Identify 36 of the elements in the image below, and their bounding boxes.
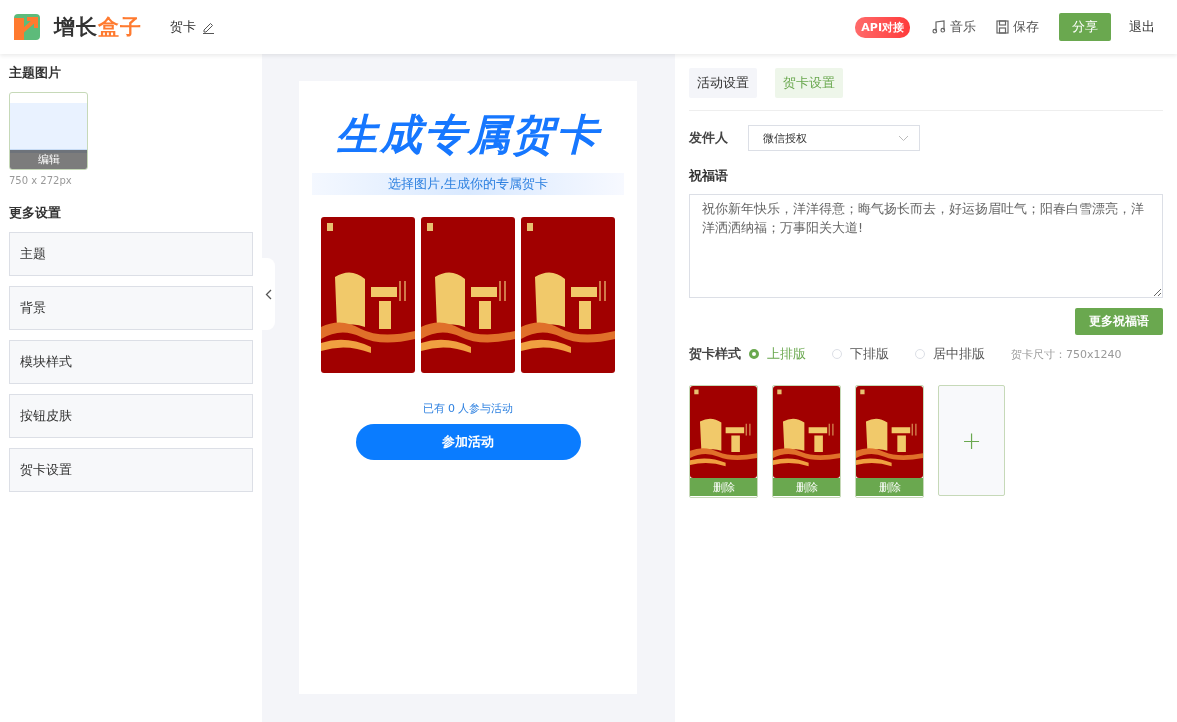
section-title: 主题图片 <box>9 64 62 82</box>
api-badge[interactable]: API对接 <box>855 16 910 38</box>
sender-label: 发件人 <box>689 129 729 147</box>
join-button[interactable]: 参加活动 <box>355 424 581 460</box>
save-button[interactable]: 保存 <box>996 18 1039 36</box>
save-icon <box>996 20 1009 34</box>
layout-radio[interactable]: 居中排版 <box>915 345 985 363</box>
sender-select[interactable]: 微信授权 <box>748 125 920 151</box>
logo-text: 增长盒子 <box>54 14 142 41</box>
collapse-handle[interactable] <box>262 258 275 330</box>
music-note-icon <box>932 20 946 34</box>
music-button[interactable]: 音乐 <box>932 18 976 36</box>
preview-subtitle: 选择图片,生成你的专属贺卡 <box>312 173 624 195</box>
pencil-icon[interactable] <box>202 20 215 34</box>
settings-item[interactable]: 主题 <box>9 232 253 276</box>
settings-item[interactable]: 背景 <box>9 286 253 330</box>
settings-item[interactable]: 模块样式 <box>9 340 253 384</box>
theme-image-thumbnail[interactable]: 编辑 <box>9 92 88 170</box>
exit-link[interactable]: 退出 <box>1129 18 1155 36</box>
greeting-textarea[interactable]: 祝你新年快乐，洋洋得意；晦气扬长而去，好运扬眉吐气；阳春白雪漂亮，洋洋洒洒纳福；万事阳关大道! <box>689 194 1163 298</box>
settings-item[interactable]: 贺卡设置 <box>9 448 253 492</box>
chevron-down-icon <box>898 134 909 142</box>
section-title: 更多设置 <box>9 204 62 222</box>
image-size-hint: 750 x 272px <box>9 175 73 186</box>
preview-headline: 生成专属贺卡 <box>336 109 600 161</box>
greeting-label: 祝福语 <box>689 167 729 185</box>
settings-item[interactable]: 按钮皮肤 <box>9 394 253 438</box>
card-size-hint: 贺卡尺寸：750x1240 <box>1011 346 1122 362</box>
page-title: 贺卡 <box>170 18 196 36</box>
chevron-left-icon <box>265 288 272 300</box>
settings-tab[interactable]: 活动设置 <box>689 68 757 98</box>
card-style-label: 贺卡样式 <box>689 345 741 363</box>
edit-overlay[interactable]: 编辑 <box>10 150 87 169</box>
logo-icon <box>14 14 40 40</box>
layout-radio[interactable]: 下排版 <box>832 345 889 363</box>
participants-count: 已有 0 人参与活动 <box>422 401 514 416</box>
